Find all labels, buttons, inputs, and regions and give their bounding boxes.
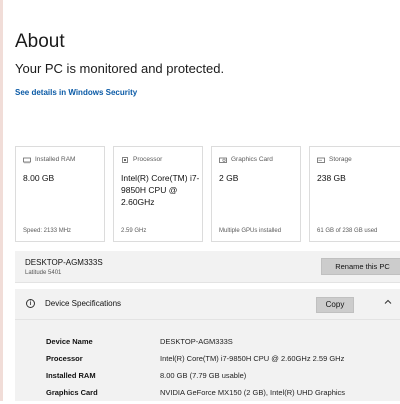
spec-key: Processor <box>46 354 83 363</box>
card-header: Processor <box>121 156 162 164</box>
rename-pc-button[interactable]: Rename this PC <box>321 258 400 275</box>
device-specifications-title: Device Specifications <box>45 299 122 308</box>
card-value: 2 GB <box>219 173 239 183</box>
card-header: Storage <box>317 156 352 164</box>
spec-row: Graphics Card NVIDIA GeForce MX150 (2 GB… <box>15 388 400 404</box>
window-edge <box>0 0 3 401</box>
device-model: Latitude 5401 <box>25 270 62 276</box>
processor-icon <box>122 157 128 163</box>
protection-status: Your PC is monitored and protected. <box>15 61 225 76</box>
card-label: Storage <box>329 156 352 163</box>
card-header: Graphics Card <box>219 156 273 164</box>
spec-key: Installed RAM <box>46 371 96 380</box>
page-title: About <box>15 31 65 52</box>
chevron-up-icon[interactable] <box>383 297 393 307</box>
device-specifications-panel: i Device Specifications Copy Device Name… <box>15 289 400 401</box>
card-label: Graphics Card <box>231 156 273 163</box>
graphics-card-icon <box>219 157 227 163</box>
ram-icon <box>23 157 31 164</box>
spec-value: 8.00 GB (7.79 GB usable) <box>160 371 247 380</box>
card-footer: Speed: 2133 MHz <box>23 228 72 234</box>
card-processor: Processor Intel(R) Core(TM) i7-9850H CPU… <box>113 146 203 242</box>
copy-button[interactable]: Copy <box>316 297 354 313</box>
hardware-summary-cards: Installed RAM 8.00 GB Speed: 2133 MHz Pr… <box>15 146 400 242</box>
card-storage: Storage 238 GB 61 GB of 238 GB used <box>309 146 400 242</box>
card-label: Processor <box>133 156 163 163</box>
card-footer: 2.59 GHz <box>121 228 147 234</box>
spec-key: Graphics Card <box>46 388 98 397</box>
spec-row: Processor Intel(R) Core(TM) i7-9850H CPU… <box>15 354 400 370</box>
device-name-bar: DESKTOP-AGM333S Latitude 5401 Rename thi… <box>15 251 400 283</box>
card-label: Installed RAM <box>35 156 76 163</box>
card-installed-ram: Installed RAM 8.00 GB Speed: 2133 MHz <box>15 146 105 242</box>
spec-row: Device Name DESKTOP-AGM333S <box>15 337 400 353</box>
card-graphics: Graphics Card 2 GB Multiple GPUs install… <box>211 146 301 242</box>
spec-value: NVIDIA GeForce MX150 (2 GB), Intel(R) UH… <box>160 388 346 397</box>
storage-icon <box>317 157 325 163</box>
card-header: Installed RAM <box>23 156 75 164</box>
spec-row: Installed RAM 8.00 GB (7.79 GB usable) <box>15 371 400 387</box>
info-icon: i <box>26 299 35 308</box>
device-name: DESKTOP-AGM333S <box>25 258 103 267</box>
device-specifications-header[interactable]: i Device Specifications Copy <box>15 289 400 320</box>
card-value: 8.00 GB <box>23 173 55 183</box>
windows-security-link[interactable]: See details in Windows Security <box>15 88 137 98</box>
spec-value: Intel(R) Core(TM) i7-9850H CPU @ 2.60GHz… <box>160 354 345 363</box>
spec-value: DESKTOP-AGM333S <box>160 337 233 346</box>
spec-key: Device Name <box>46 337 93 346</box>
card-footer: 61 GB of 238 GB used <box>317 228 378 234</box>
card-footer: Multiple GPUs installed <box>219 228 282 234</box>
card-value: 238 GB <box>317 173 346 183</box>
card-value: Intel(R) Core(TM) i7-9850H CPU @ 2.60GHz <box>121 173 200 207</box>
